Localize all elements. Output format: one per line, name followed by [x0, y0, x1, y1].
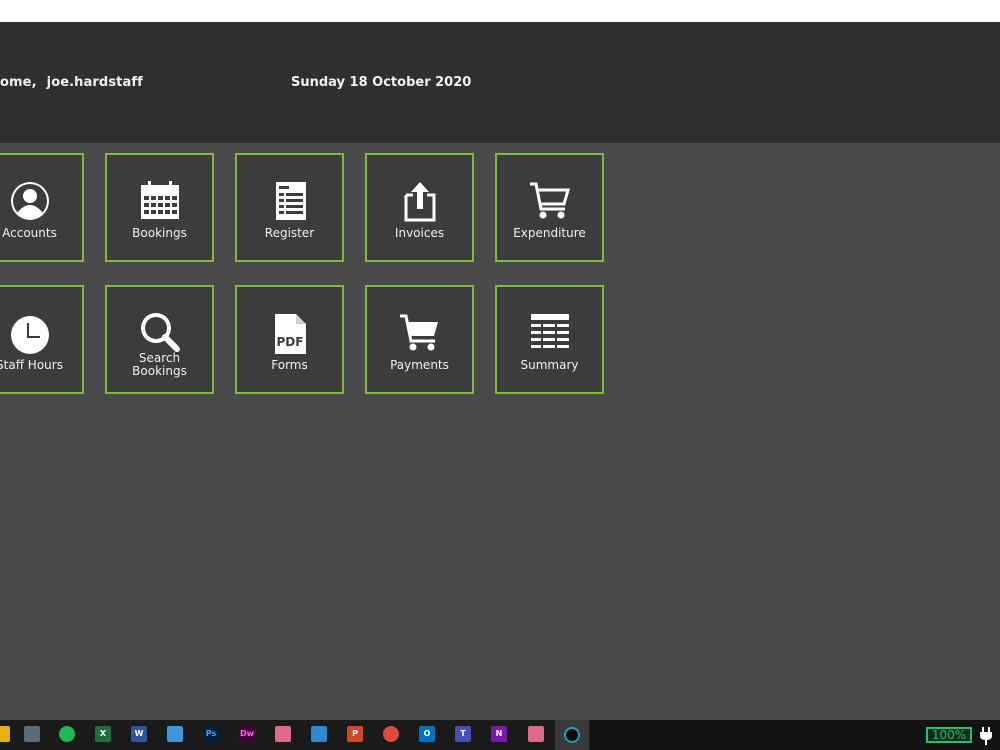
active-app-icon	[564, 727, 580, 743]
tile-payments[interactable]: Payments	[365, 285, 474, 394]
tile-label: Register	[264, 226, 315, 240]
outlook-icon[interactable]: O	[419, 726, 435, 742]
tile-label: Expenditure	[513, 226, 586, 240]
dreamweaver-icon[interactable]: Dw	[239, 726, 255, 742]
welcome-text: ome,	[0, 75, 37, 90]
tile-forms[interactable]: PDF Forms	[235, 285, 344, 394]
calendar-icon	[107, 179, 212, 223]
tile-accounts[interactable]: Accounts	[0, 153, 84, 262]
tile-label: Payments	[390, 358, 449, 372]
spotify-icon[interactable]	[59, 726, 75, 742]
chrome-icon[interactable]	[383, 726, 399, 742]
active-app-highlight[interactable]	[555, 720, 589, 750]
svg-text:PDF: PDF	[276, 335, 303, 349]
user-icon	[0, 179, 82, 223]
tile-label: Forms	[271, 358, 308, 372]
top-white-strip	[0, 0, 1000, 22]
tile-staff-hours[interactable]: Staff Hours	[0, 285, 84, 394]
tile-label: Search Bookings	[132, 351, 187, 378]
file-explorer-icon[interactable]	[0, 726, 10, 742]
welcome-message: ome, joe.hardstaff	[0, 75, 143, 90]
header-bar	[0, 22, 1000, 143]
power-plug-icon	[979, 726, 993, 746]
snipping-tool-icon[interactable]	[167, 726, 183, 742]
current-date: Sunday 18 October 2020	[291, 75, 472, 90]
powerpoint-icon[interactable]: P	[347, 726, 363, 742]
tile-invoices[interactable]: Invoices	[365, 153, 474, 262]
register-sheet-icon	[237, 179, 342, 223]
share-upload-icon	[367, 179, 472, 223]
clock-icon	[0, 311, 82, 355]
onenote-icon[interactable]: N	[491, 726, 507, 742]
table-icon	[497, 311, 602, 355]
tile-bookings[interactable]: Bookings	[105, 153, 214, 262]
tile-summary[interactable]: Summary	[495, 285, 604, 394]
word-icon[interactable]: W	[131, 726, 147, 742]
teams-icon[interactable]: T	[455, 726, 471, 742]
tile-label: Bookings	[132, 226, 187, 240]
battery-indicator[interactable]: 100%	[926, 727, 972, 743]
tile-label: Staff Hours	[0, 358, 63, 372]
tile-label: Summary	[520, 358, 579, 372]
calculator-icon[interactable]	[24, 726, 40, 742]
tile-register[interactable]: Register	[235, 153, 344, 262]
excel-icon[interactable]: X	[95, 726, 111, 742]
photos-app-icon[interactable]	[528, 726, 544, 742]
tile-expenditure[interactable]: Expenditure	[495, 153, 604, 262]
tile-search-bookings[interactable]: Search Bookings	[105, 285, 214, 394]
photos-app-icon[interactable]	[275, 726, 291, 742]
pdf-icon: PDF	[237, 311, 342, 355]
shopping-cart-icon	[367, 311, 472, 355]
photoshop-icon[interactable]: Ps	[203, 726, 219, 742]
username: joe.hardstaff	[46, 75, 143, 90]
phone-app-icon[interactable]	[311, 726, 327, 742]
taskbar: X W Ps Dw P O T N	[0, 720, 1000, 750]
search-icon	[107, 311, 212, 355]
tile-label: Invoices	[394, 226, 445, 240]
tile-label: Accounts	[2, 226, 57, 240]
shopping-cart-icon	[497, 179, 602, 223]
